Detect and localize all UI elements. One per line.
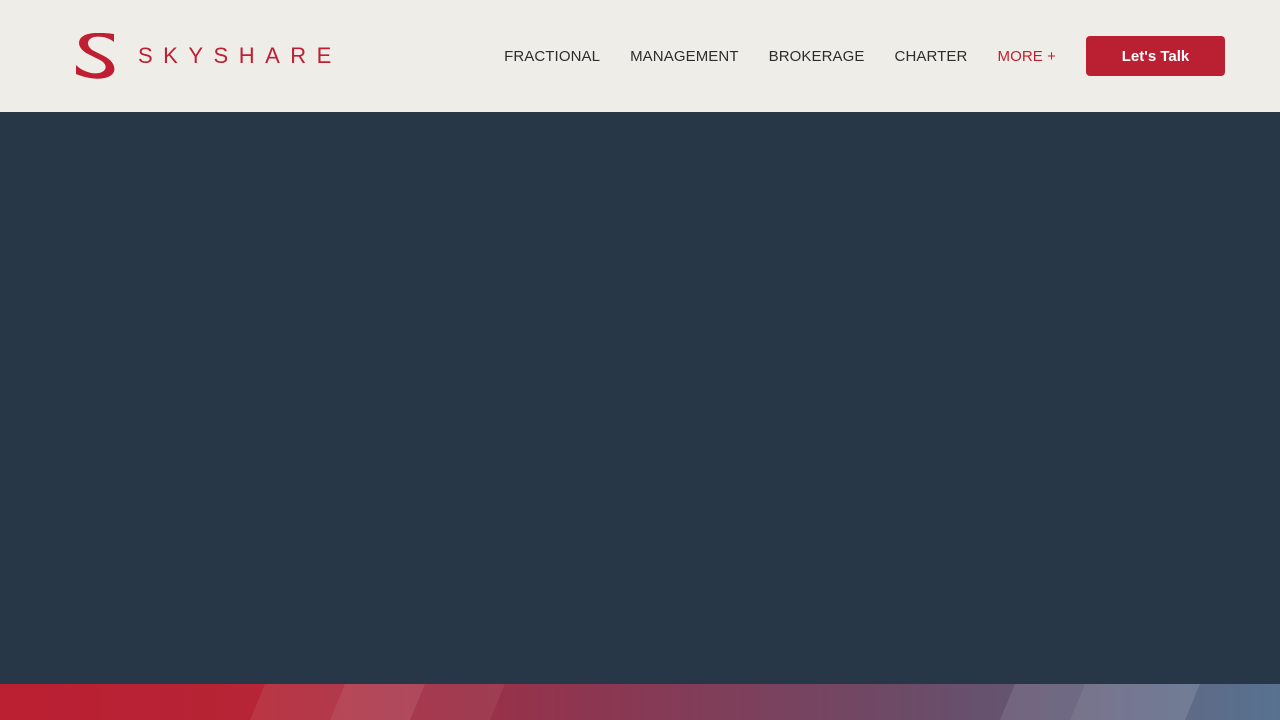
stripe-graphic — [0, 684, 1280, 720]
lets-talk-button[interactable]: Let's Talk — [1086, 36, 1225, 76]
nav-item-charter[interactable]: CHARTER — [895, 48, 968, 65]
decorative-stripe-band — [0, 684, 1280, 720]
brand-name: SKYSHARE — [138, 43, 342, 68]
brand-logo[interactable]: SKYSHARE — [74, 33, 342, 79]
site-header: SKYSHARE FRACTIONAL MANAGEMENT BROKERAGE… — [0, 0, 1280, 112]
main-nav: FRACTIONAL MANAGEMENT BROKERAGE CHARTER … — [504, 0, 1056, 112]
hero-section — [0, 112, 1280, 684]
nav-item-more[interactable]: MORE + — [997, 48, 1056, 65]
skyshare-s-logo-icon — [76, 33, 115, 79]
nav-item-fractional[interactable]: FRACTIONAL — [504, 48, 600, 65]
nav-item-management[interactable]: MANAGEMENT — [630, 48, 739, 65]
nav-item-brokerage[interactable]: BROKERAGE — [769, 48, 865, 65]
